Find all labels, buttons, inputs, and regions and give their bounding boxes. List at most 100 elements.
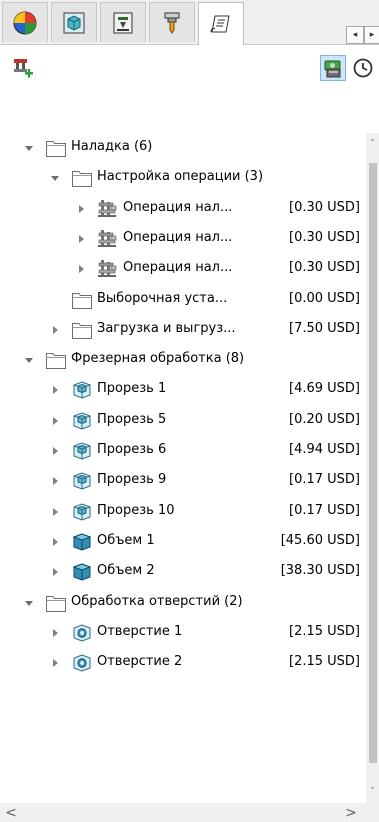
cost-view-button[interactable] (320, 55, 346, 81)
scroll-down-button[interactable]: ˅ (366, 785, 379, 799)
expand-arrow-icon[interactable] (24, 598, 34, 608)
tree-row[interactable]: Операция нал... [0.30 USD] (0, 254, 366, 284)
tree-row[interactable]: Прорезь 1 [4.69 USD] (0, 375, 366, 405)
tree-item-label: Операция нал... (123, 260, 233, 276)
folder-icon (71, 290, 93, 310)
tree-item-cost: [0.30 USD] (289, 260, 360, 276)
tree-item-label: Прорезь 1 (97, 381, 167, 397)
tree-row[interactable]: Фрезерная обработка (8) (0, 345, 366, 375)
tree-item-cost: [0.30 USD] (289, 229, 360, 245)
tree-item-cost: [0.17 USD] (289, 472, 360, 488)
tree-row[interactable]: Прорезь 10 [0.17 USD] (0, 497, 366, 527)
operation-setup-icon (97, 199, 119, 219)
add-setup-button[interactable] (10, 55, 36, 81)
tab-scroll-left[interactable]: ◂ (346, 26, 364, 44)
tree-item-cost: [4.94 USD] (289, 442, 360, 457)
cost-toolbar (0, 45, 379, 95)
tree-row[interactable]: Отверстие 1 [2.15 USD] (0, 618, 366, 648)
tree-item-label: Загрузка и выгруз... (97, 320, 236, 336)
collapse-arrow-icon[interactable] (76, 204, 86, 214)
tree-item-cost: [2.15 USD] (289, 654, 360, 670)
collapse-arrow-icon[interactable] (76, 234, 86, 244)
hole-feature-icon (71, 623, 93, 643)
folder-icon (71, 320, 93, 340)
slot-feature-icon (71, 471, 93, 491)
tree-item-label: Прорезь 10 (97, 502, 175, 518)
tree-item-label: Прорезь 5 (97, 411, 167, 427)
collapse-arrow-icon[interactable] (50, 628, 60, 638)
tree-item-cost: [45.60 USD] (280, 532, 360, 548)
tree-row[interactable]: Загрузка и выгруз... [7.50 USD] (0, 315, 366, 345)
collapse-arrow-icon[interactable] (50, 385, 60, 395)
tree-row[interactable]: Обработка отверстий (2) (0, 588, 366, 618)
time-view-button[interactable] (350, 55, 376, 81)
tree-item-cost: [0.20 USD] (289, 411, 360, 427)
collapse-arrow-icon[interactable] (50, 416, 60, 426)
tab-setup-manager[interactable] (100, 2, 146, 42)
tree-item-label: Обработка отверстий (2) (71, 593, 243, 609)
tree-item-cost: [0.17 USD] (289, 502, 360, 518)
collapse-arrow-icon[interactable] (50, 658, 60, 668)
tab-tool-manager[interactable] (149, 2, 195, 42)
tab-scroll-right[interactable]: ▸ (364, 26, 379, 44)
tree-row[interactable]: Объем 2 [38.30 USD] (0, 557, 366, 587)
tree-item-cost: [0.30 USD] (289, 199, 360, 215)
tree-item-label: Операция нал... (123, 199, 233, 215)
collapse-arrow-icon[interactable] (76, 264, 86, 274)
cost-tree: Наладка (6) Настройка операции (3) Операци… (0, 133, 366, 803)
expand-arrow-icon[interactable] (50, 173, 60, 183)
operation-setup-icon (97, 259, 119, 279)
hole-feature-icon (71, 653, 93, 673)
feature-pie-icon (13, 11, 37, 34)
slot-feature-icon (71, 411, 93, 431)
expand-arrow-icon[interactable] (24, 143, 34, 153)
tree-row[interactable]: Настройка операции (3) (0, 163, 366, 193)
tree-item-cost: [2.15 USD] (289, 623, 360, 639)
vertical-scroll-thumb[interactable] (369, 163, 377, 763)
scroll-up-button[interactable]: ˄ (366, 137, 379, 151)
scroll-left-button[interactable]: < (2, 803, 20, 822)
setup-sheet-icon (113, 12, 133, 33)
tree-row[interactable]: Объем 1 [45.60 USD] (0, 527, 366, 557)
folder-icon (45, 138, 67, 158)
no-arrow (50, 295, 60, 305)
cost-view-icon (324, 60, 341, 78)
collapse-arrow-icon[interactable] (50, 446, 60, 456)
horizontal-scrollbar[interactable]: < > (0, 803, 379, 822)
tree-item-label: Прорезь 9 (97, 472, 167, 488)
collapse-arrow-icon[interactable] (50, 476, 60, 486)
collapse-arrow-icon[interactable] (50, 507, 60, 517)
tree-item-label: Фрезерная обработка (8) (71, 351, 245, 367)
volume-feature-icon (71, 562, 93, 582)
tree-row[interactable]: Выборочная уста... [0.00 USD] (0, 285, 366, 315)
collapse-arrow-icon[interactable] (50, 567, 60, 577)
folder-icon (45, 593, 67, 613)
tree-item-cost: [7.50 USD] (289, 320, 360, 336)
operation-setup-icon (97, 229, 119, 249)
tree-row[interactable]: Прорезь 6 [4.94 USD] (0, 436, 366, 466)
tree-item-label: Объем 2 (97, 563, 155, 579)
vertical-scrollbar[interactable]: ˄ ˅ (366, 133, 379, 803)
folder-icon (71, 168, 93, 188)
tree-row[interactable]: Наладка (6) (0, 133, 366, 163)
tree-item-cost: [38.30 USD] (280, 563, 360, 579)
tree-row[interactable]: Прорезь 9 [0.17 USD] (0, 466, 366, 496)
tree-item-cost: [4.69 USD] (289, 381, 360, 397)
tree-row[interactable]: Отверстие 2 [2.15 USD] (0, 648, 366, 678)
time-view-icon (353, 58, 373, 78)
tab-part-manager[interactable] (51, 2, 97, 42)
tree-row[interactable]: Операция нал... [0.30 USD] (0, 194, 366, 224)
collapse-arrow-icon[interactable] (50, 325, 60, 335)
tab-feature-manager[interactable] (2, 2, 48, 42)
expand-arrow-icon[interactable] (24, 355, 34, 365)
collapse-arrow-icon[interactable] (50, 537, 60, 547)
tab-cost-manager[interactable] (198, 2, 244, 45)
tree-row[interactable]: Операция нал... [0.30 USD] (0, 224, 366, 254)
slot-feature-icon (71, 502, 93, 522)
tree-item-cost: [0.00 USD] (289, 290, 360, 306)
scroll-right-button[interactable]: > (342, 803, 360, 822)
folder-icon (45, 350, 67, 370)
tree-row[interactable]: Прорезь 5 [0.20 USD] (0, 406, 366, 436)
tool-tree-icon (164, 12, 180, 34)
cost-tree-icon (210, 15, 230, 33)
